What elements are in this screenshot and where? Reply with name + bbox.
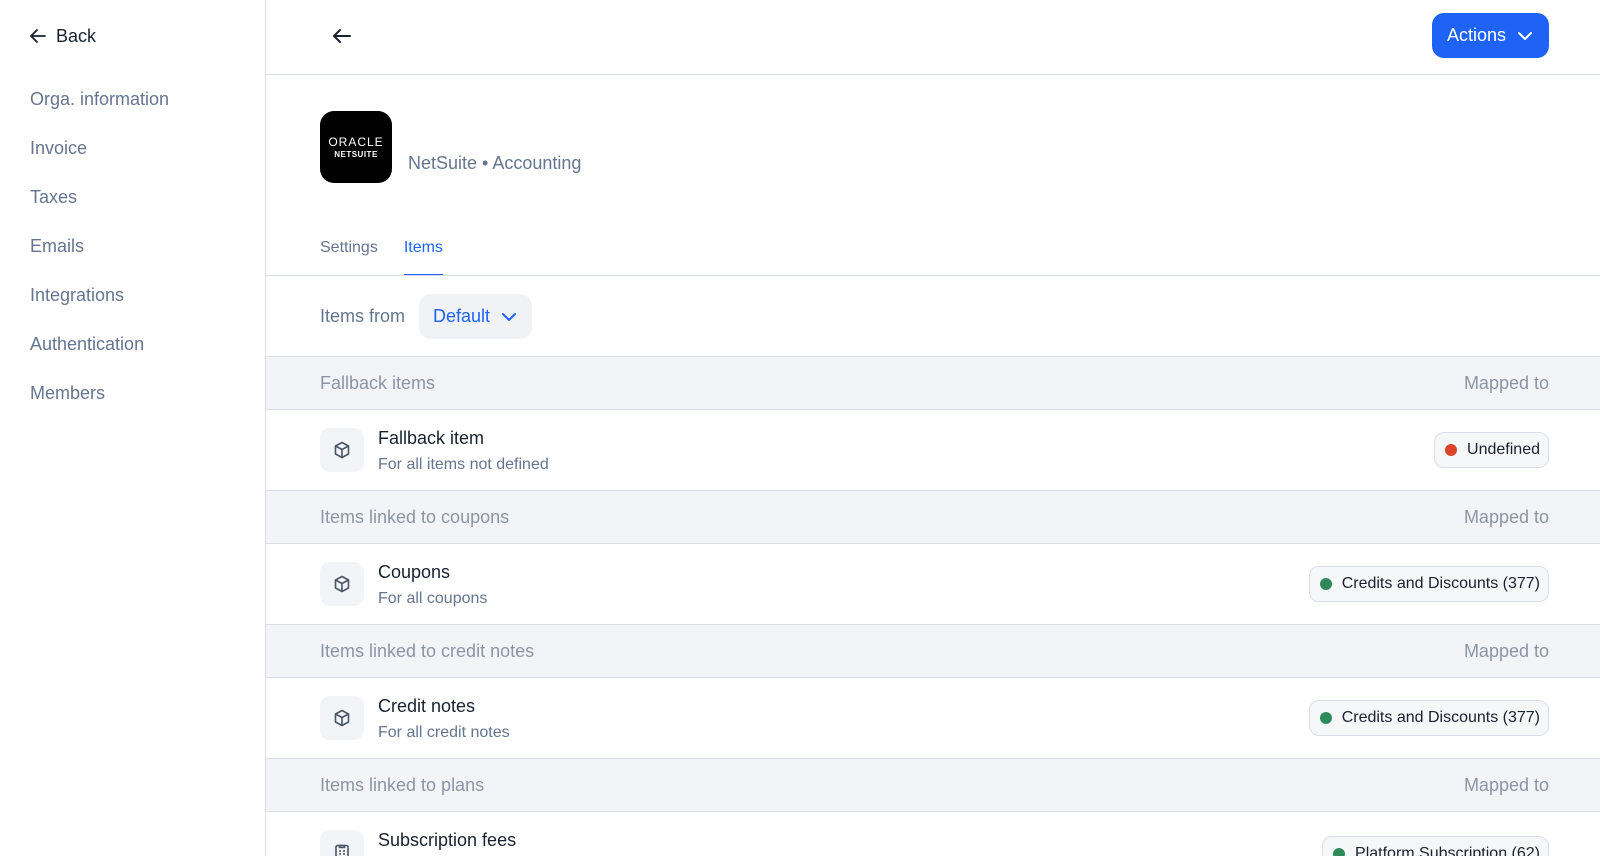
box-icon bbox=[334, 441, 350, 459]
item-row-credit-notes[interactable]: Credit notes For all credit notes Credit… bbox=[266, 678, 1600, 758]
item-description: For all coupons bbox=[378, 590, 488, 607]
back-arrow-icon[interactable] bbox=[330, 24, 354, 48]
mapped-to-label: Mapped to bbox=[1463, 507, 1549, 527]
tabs-divider bbox=[266, 275, 1600, 276]
box-icon bbox=[334, 709, 350, 727]
mapping-badge[interactable]: Credits and Discounts (377) bbox=[1308, 566, 1549, 602]
items-from-filter: Items from Default bbox=[320, 294, 533, 339]
top-bar: Actions bbox=[266, 0, 1600, 75]
back-button[interactable]: Back bbox=[28, 22, 96, 50]
status-dot bbox=[1319, 578, 1332, 590]
sidebar-item-taxes[interactable]: Taxes bbox=[30, 180, 169, 229]
box-icon bbox=[334, 575, 350, 593]
mapping-label: Undefined bbox=[1467, 441, 1540, 458]
status-dot bbox=[1445, 444, 1458, 456]
mapped-to-label: Mapped to bbox=[1463, 641, 1549, 661]
section-title: Items linked to credit notes bbox=[320, 641, 535, 661]
items-from-label: Items from bbox=[320, 306, 406, 326]
section-title: Fallback items bbox=[320, 373, 436, 393]
item-description: For all credit notes bbox=[378, 724, 510, 741]
tab-items[interactable]: Items bbox=[403, 235, 443, 276]
item-icon-box bbox=[320, 830, 364, 856]
logo-line2: NETSUITE bbox=[334, 150, 378, 159]
sidebar-item-emails[interactable]: Emails bbox=[30, 229, 169, 278]
sidebar-item-invoice[interactable]: Invoice bbox=[30, 131, 169, 180]
mapping-label: Credits and Discounts (377) bbox=[1341, 709, 1540, 726]
sidebar-item-integrations[interactable]: Integrations bbox=[30, 278, 169, 327]
mapping-badge[interactable]: Platform Subscription (62) bbox=[1322, 836, 1549, 856]
mapped-to-label: Mapped to bbox=[1463, 373, 1549, 393]
tab-settings[interactable]: Settings bbox=[320, 235, 378, 276]
mapped-to-label: Mapped to bbox=[1463, 775, 1549, 795]
clipboard-icon bbox=[335, 844, 349, 856]
item-icon-box bbox=[320, 696, 364, 740]
item-name: Fallback item bbox=[378, 428, 485, 448]
section-header-fallback: Fallback items Mapped to bbox=[266, 356, 1600, 410]
items-from-value: Default bbox=[433, 306, 491, 326]
mapping-badge[interactable]: Credits and Discounts (377) bbox=[1308, 700, 1549, 736]
sidebar-item-members[interactable]: Members bbox=[30, 376, 169, 425]
actions-label: Actions bbox=[1446, 25, 1507, 45]
chevron-down-icon bbox=[502, 312, 517, 321]
mapping-label: Platform Subscription (62) bbox=[1355, 845, 1540, 856]
mapping-label: Credits and Discounts (377) bbox=[1341, 575, 1540, 592]
mapping-badge[interactable]: Undefined bbox=[1434, 432, 1549, 468]
section-header-credit-notes: Items linked to credit notes Mapped to bbox=[266, 624, 1600, 678]
item-name: Credit notes bbox=[378, 696, 476, 716]
item-name: Subscription fees bbox=[378, 830, 517, 850]
item-icon-box bbox=[320, 562, 364, 606]
item-name: Coupons bbox=[378, 562, 451, 582]
item-description: For all items not defined bbox=[378, 456, 549, 473]
section-header-coupons: Items linked to coupons Mapped to bbox=[266, 490, 1600, 544]
chevron-down-icon bbox=[1518, 31, 1533, 40]
netsuite-logo: ORACLE NETSUITE bbox=[320, 111, 392, 183]
item-row-coupons[interactable]: Coupons For all coupons Credits and Disc… bbox=[266, 544, 1600, 624]
back-label: Back bbox=[56, 25, 97, 46]
item-row-fallback[interactable]: Fallback item For all items not defined … bbox=[266, 410, 1600, 490]
items-from-select[interactable]: Default bbox=[419, 294, 533, 339]
settings-nav: Orga. information Invoice Taxes Emails I… bbox=[30, 82, 169, 425]
sidebar-item-authentication[interactable]: Authentication bbox=[30, 327, 169, 376]
sidebar-item-orga-information[interactable]: Orga. information bbox=[30, 82, 169, 131]
section-header-plans: Items linked to plans Mapped to bbox=[266, 758, 1600, 812]
section-title: Items linked to plans bbox=[320, 775, 485, 795]
section-title: Items linked to coupons bbox=[320, 507, 510, 527]
main-content: Actions ORACLE NETSUITE NetSuite • Accou… bbox=[266, 0, 1600, 856]
sidebar: Back Orga. information Invoice Taxes Ema… bbox=[0, 0, 266, 856]
arrow-left-icon bbox=[30, 29, 46, 43]
integration-subtitle: NetSuite • Accounting bbox=[408, 153, 582, 173]
item-icon-box bbox=[320, 428, 364, 472]
tabs: Settings Items bbox=[320, 235, 443, 276]
item-row-subscription-fees[interactable]: Subscription fees Platform Subscription … bbox=[266, 812, 1600, 856]
logo-line1: ORACLE bbox=[328, 135, 384, 149]
actions-button[interactable]: Actions bbox=[1432, 13, 1549, 58]
status-dot bbox=[1333, 848, 1346, 856]
status-dot bbox=[1319, 712, 1332, 724]
